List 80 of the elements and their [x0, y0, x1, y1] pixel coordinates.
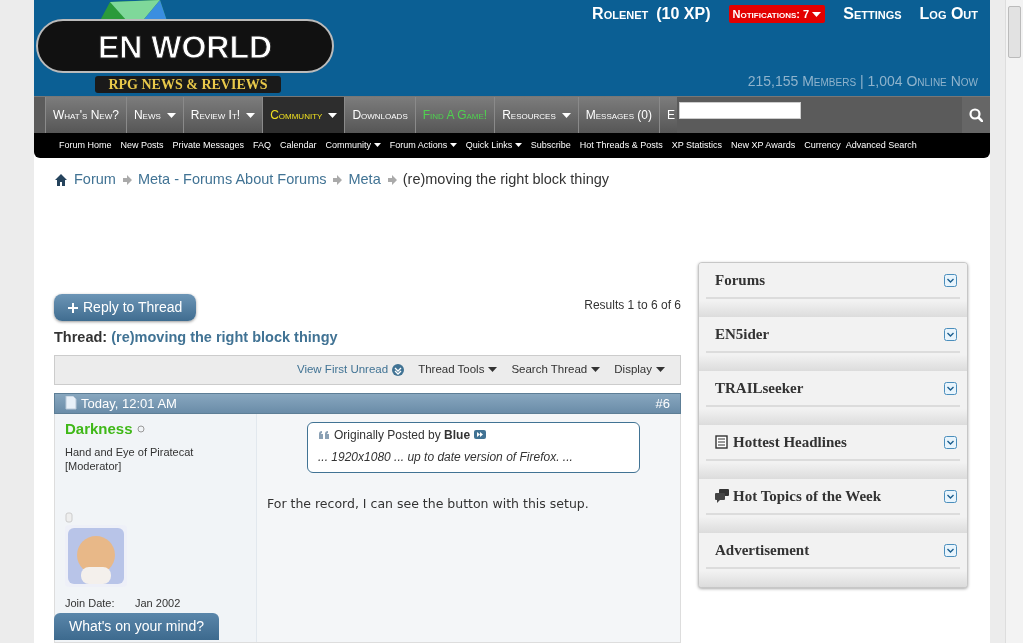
- reputation-icon: [65, 511, 73, 523]
- nav-tab[interactable]: E: [659, 97, 677, 133]
- advanced-search-link[interactable]: Advanced Search: [845, 138, 917, 153]
- quote-text: ... 1920x1080 ... up to date version of Firefox. ...: [318, 448, 574, 466]
- join-date-label: Join Date:: [65, 595, 116, 611]
- collapse-toggle-icon[interactable]: [944, 327, 957, 341]
- subnav-link[interactable]: Private Messages: [172, 138, 245, 153]
- collapse-toggle-icon[interactable]: [944, 273, 957, 287]
- subnav-link[interactable]: Calendar: [280, 138, 317, 153]
- sidebar-block-title: Advertisement: [715, 540, 810, 560]
- breadcrumb-arrow-icon: [332, 175, 343, 185]
- thread-label: Thread:: [54, 329, 108, 345]
- results-count: Results 1 to 6 of 6: [584, 297, 681, 314]
- join-date-value: Jan 2002: [135, 595, 181, 611]
- plus-icon: [68, 302, 78, 313]
- subnav-link[interactable]: Subscribe: [530, 138, 571, 153]
- view-first-unread-link[interactable]: View First Unread: [296, 361, 405, 379]
- subnav-link[interactable]: XP Statistics: [671, 138, 722, 153]
- subnav-link[interactable]: Community: [325, 138, 381, 153]
- thread-title: (re)moving the right block thingy: [111, 329, 338, 345]
- breadcrumb-arrow-icon: [386, 175, 397, 185]
- scrollbar-thumb[interactable]: [1008, 6, 1021, 58]
- chat-icon: [715, 489, 729, 503]
- subnav-link[interactable]: Hot Threads & Posts: [579, 138, 663, 153]
- username-link[interactable]: Rolenet: [592, 2, 649, 26]
- toolbar-menu[interactable]: Search Thread: [511, 361, 601, 379]
- toolbar-menu[interactable]: Thread Tools: [418, 361, 498, 379]
- quote-attribution: Originally Posted by Blue: [334, 426, 471, 444]
- post-date: Today, 12:01 AM: [65, 393, 177, 413]
- search-field[interactable]: [679, 102, 801, 119]
- subnav-link[interactable]: Forum Home: [59, 138, 112, 153]
- nav-tab[interactable]: Downloads: [344, 97, 415, 133]
- breadcrumb-link[interactable]: Meta - Forums About Forums: [137, 169, 327, 191]
- subnav-link[interactable]: New Posts: [120, 138, 164, 153]
- reply-button[interactable]: Reply to Thread: [54, 294, 197, 321]
- breadcrumb-link[interactable]: Meta: [348, 169, 381, 191]
- document-icon: [65, 396, 77, 411]
- quote-icon: [318, 430, 330, 439]
- sidebar-block-title: TRAILseeker: [715, 378, 804, 398]
- nav-tab[interactable]: Review It!: [182, 97, 263, 133]
- home-icon: [54, 173, 68, 187]
- collapse-toggle-icon[interactable]: [944, 435, 957, 449]
- collapse-toggle-icon[interactable]: [944, 543, 957, 557]
- nav-tab[interactable]: What's New?: [45, 97, 126, 133]
- subnav-link[interactable]: FAQ: [253, 138, 272, 153]
- post-message: For the record, I can see the button with this setup.: [267, 494, 590, 513]
- breadcrumb-link[interactable]: Forum: [74, 169, 116, 191]
- subnav-link[interactable]: Forum Actions: [389, 138, 457, 153]
- subnav-link[interactable]: Quick Links: [465, 138, 522, 153]
- newspaper-icon: [715, 435, 729, 449]
- search-button[interactable]: [962, 97, 990, 133]
- sidebar-block-title: Hottest Headlines: [733, 432, 847, 452]
- search-icon: [969, 108, 983, 122]
- site-stats: 215,155 Members | 1,004 Online Now: [747, 72, 978, 91]
- view-post-icon[interactable]: [474, 430, 487, 440]
- arrow-down-icon: [392, 363, 405, 376]
- subnav-link[interactable]: Currency: [804, 138, 841, 153]
- caret-icon: [591, 367, 601, 373]
- sidebar-block-title: Hot Topics of the Week: [733, 486, 882, 506]
- xp-count: (10 XP): [656, 4, 711, 24]
- caret-icon: [488, 367, 498, 373]
- nav-tab[interactable]: News: [125, 97, 183, 133]
- nav-tab[interactable]: Resources: [494, 97, 578, 133]
- whats-on-your-mind-button[interactable]: What's on your mind?: [54, 613, 219, 640]
- sidebar-block-title: EN5ider: [715, 324, 770, 344]
- subnav-link[interactable]: New XP Awards: [731, 138, 796, 153]
- collapse-toggle-icon[interactable]: [944, 489, 957, 503]
- header-link[interactable]: Log Out: [919, 2, 978, 26]
- header-link[interactable]: Settings: [843, 2, 902, 26]
- nav-tab[interactable]: Community: [262, 97, 345, 133]
- toolbar-menu[interactable]: Display: [614, 361, 665, 379]
- breadcrumb-arrow-icon: [121, 175, 132, 185]
- nav-tab[interactable]: Messages (0): [577, 97, 659, 133]
- user-title: Hand and Eye of Piratecat [Moderator]: [65, 446, 195, 474]
- notifications-button[interactable]: Notifications: 7: [728, 4, 826, 24]
- caret-icon: [656, 367, 665, 373]
- sidebar-block-title: Forums: [715, 270, 765, 290]
- collapse-toggle-icon[interactable]: [944, 381, 957, 395]
- caret-icon: [812, 12, 822, 18]
- scrollbar[interactable]: [1005, 0, 1023, 643]
